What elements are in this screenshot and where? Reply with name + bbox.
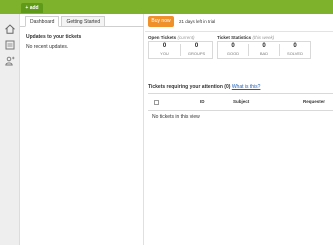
- stat-label: YOU: [160, 51, 169, 56]
- attention-heading: Tickets requiring your attention (0): [148, 84, 231, 90]
- open-tickets-box: 0 YOU 0 GROUPS: [148, 41, 213, 59]
- stat-label: GROUPS: [187, 51, 206, 56]
- buy-now-button[interactable]: Buy now: [148, 16, 174, 27]
- stat-label: BAD: [259, 51, 269, 56]
- stat-value: 0: [293, 43, 297, 49]
- stat-value: 0: [262, 43, 266, 49]
- updates-title: Updates to your tickets: [26, 34, 82, 40]
- left-nav: [0, 14, 20, 245]
- stat-good[interactable]: 0 GOOD: [218, 42, 248, 58]
- stat-label: GOOD: [226, 51, 240, 56]
- stat-you[interactable]: 0 YOU: [149, 42, 180, 58]
- updates-empty-text: No recent updates.: [26, 44, 69, 50]
- open-tickets-label: Open Tickets: [148, 35, 177, 40]
- no-tickets-text: No tickets in this view: [152, 114, 200, 120]
- open-tickets-title: Open Tickets (current): [148, 35, 194, 40]
- header-divider: [145, 31, 333, 32]
- users-icon[interactable]: [4, 55, 16, 67]
- home-icon[interactable]: [4, 23, 16, 35]
- main-content: Buy now 21 days left in trial Open Ticke…: [145, 14, 333, 245]
- stat-bad[interactable]: 0 BAD: [249, 42, 279, 58]
- stat-value: 0: [231, 43, 235, 49]
- column-requester[interactable]: Requester: [303, 99, 325, 104]
- tab-dashboard[interactable]: Dashboard: [25, 16, 60, 27]
- column-subject[interactable]: Subject: [233, 99, 249, 104]
- ticket-statistics-title: Ticket Statistics (this week): [217, 35, 274, 40]
- add-button[interactable]: + add: [21, 3, 43, 13]
- ticket-statistics-subtitle: (this week): [252, 35, 275, 40]
- updates-pane: Dashboard Getting Started Updates to you…: [20, 14, 144, 245]
- stat-solved[interactable]: 0 SOLVED: [280, 42, 310, 58]
- ticket-statistics-box: 0 GOOD 0 BAD 0 SOLVED: [217, 41, 311, 59]
- attention-title: Tickets requiring your attention (0) Wha…: [148, 84, 260, 90]
- select-all-checkbox[interactable]: [154, 100, 159, 105]
- open-tickets-subtitle: (current): [177, 35, 195, 40]
- stat-groups[interactable]: 0 GROUPS: [181, 42, 212, 58]
- dashboard-tabs: Dashboard Getting Started: [25, 16, 107, 27]
- column-id[interactable]: ID: [200, 99, 205, 104]
- views-icon[interactable]: [4, 39, 16, 51]
- ticket-statistics-label: Ticket Statistics: [217, 35, 252, 40]
- tickets-table-header: ID Subject Requester: [148, 93, 333, 111]
- stat-label: SOLVED: [287, 51, 303, 56]
- what-is-this-link[interactable]: What is this?: [232, 84, 261, 90]
- stat-value: 0: [162, 43, 167, 49]
- top-bar: + add: [0, 0, 333, 14]
- stat-value: 0: [194, 43, 199, 49]
- tab-getting-started[interactable]: Getting Started: [61, 16, 106, 27]
- trial-status: 21 days left in trial: [179, 19, 216, 24]
